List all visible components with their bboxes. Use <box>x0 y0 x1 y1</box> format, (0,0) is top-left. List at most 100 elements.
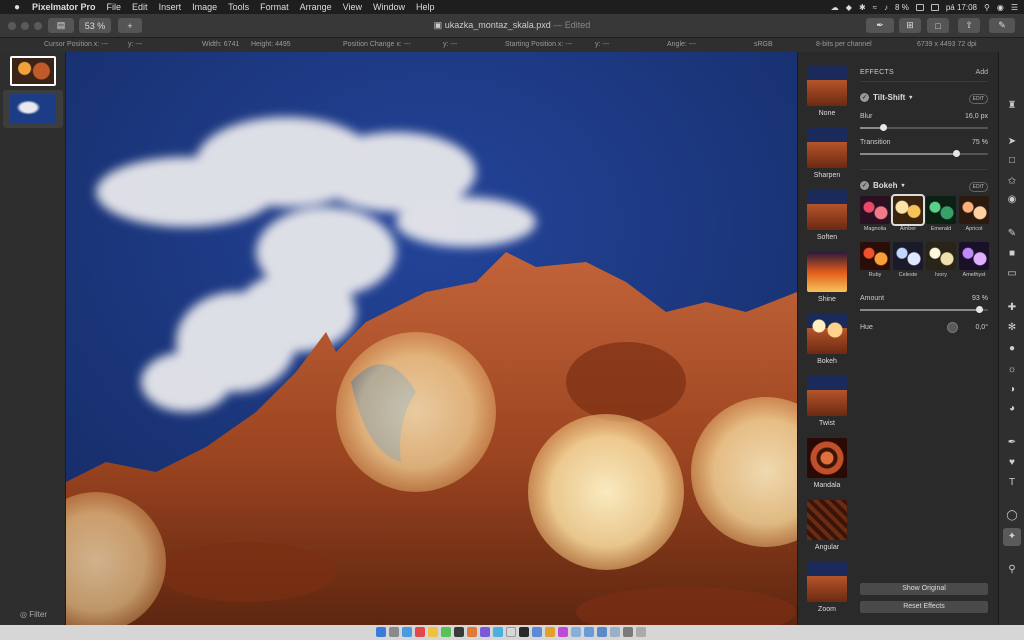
preset-soften[interactable]: Soften <box>798 184 856 246</box>
pen-tool-icon[interactable]: ✒ <box>1006 437 1018 449</box>
format-button[interactable]: □ <box>927 18 949 33</box>
checkmark-icon[interactable]: ✓ <box>860 181 869 190</box>
clock[interactable]: pá 17:08 <box>946 3 977 12</box>
pages-icon[interactable] <box>545 627 555 637</box>
launchpad-icon[interactable] <box>389 627 399 637</box>
reset-effects-button[interactable]: Reset Effects <box>860 601 988 613</box>
tools-toggle-button[interactable]: ✎ <box>989 18 1015 33</box>
bokeh-style-apricot[interactable]: Apricot <box>959 196 989 232</box>
preset-bokeh[interactable]: Bokeh <box>798 308 856 370</box>
menu-window[interactable]: Window <box>373 2 405 12</box>
layer-sky[interactable] <box>10 94 56 124</box>
clone-tool-icon[interactable]: ✻ <box>1006 322 1018 334</box>
sponge-tool-icon[interactable]: ◕ <box>1006 403 1018 415</box>
preset-twist[interactable]: Twist <box>798 370 856 432</box>
preferences-icon[interactable] <box>506 627 516 637</box>
slider-knob[interactable] <box>880 124 888 131</box>
slider-knob[interactable] <box>953 150 960 157</box>
messages-icon[interactable] <box>441 627 451 637</box>
podcasts-icon[interactable] <box>558 627 568 637</box>
wifi-icon[interactable]: ≈ <box>873 3 877 12</box>
bokeh-style-ruby[interactable]: Ruby <box>860 242 890 278</box>
documents-folder-icon[interactable] <box>584 627 594 637</box>
search-icon[interactable]: ⚲ <box>984 3 990 12</box>
menu-view[interactable]: View <box>343 2 362 12</box>
bokeh-header[interactable]: ✓ Bokeh ▾ <box>860 181 904 190</box>
mail-icon[interactable] <box>532 627 542 637</box>
amount-value[interactable]: 93 % <box>972 295 988 302</box>
effects-tool-icon[interactable]: ✦ <box>1003 528 1021 546</box>
menu-arrange[interactable]: Arrange <box>300 2 332 12</box>
add-effect-button[interactable]: Add <box>976 69 988 76</box>
trash-bin-icon[interactable] <box>636 627 646 637</box>
menu-tools[interactable]: Tools <box>228 2 249 12</box>
share-button[interactable]: ⇧ <box>958 18 980 33</box>
bokeh-style-amber[interactable]: Amber <box>891 194 925 232</box>
stack-icon[interactable] <box>623 627 633 637</box>
filter-button[interactable]: ◎ Filter <box>20 610 47 619</box>
calendar-icon[interactable] <box>415 627 425 637</box>
cloud-icon[interactable]: ☁ <box>831 3 839 12</box>
photos-icon[interactable] <box>467 627 477 637</box>
repair-tool-icon[interactable]: ✚ <box>1006 302 1018 314</box>
volume-icon[interactable]: ♪ <box>884 3 888 12</box>
preset-angular[interactable]: Angular <box>798 494 856 556</box>
notification-icon[interactable]: ☰ <box>1011 3 1018 12</box>
terminal-icon[interactable] <box>454 627 464 637</box>
amount-slider[interactable] <box>860 306 988 313</box>
blur-slider[interactable] <box>860 124 988 131</box>
transition-slider[interactable] <box>860 150 988 157</box>
itunes-icon[interactable] <box>480 627 490 637</box>
bokeh-style-ivory[interactable]: Ivory <box>926 242 956 278</box>
menu-app-name[interactable]: Pixelmator Pro <box>32 2 96 12</box>
bokeh-style-amethyst[interactable]: Amethyst <box>959 242 989 278</box>
quick-selection-icon[interactable]: ✩ <box>1006 176 1018 188</box>
flag-icon[interactable] <box>930 3 939 11</box>
slider-knob[interactable] <box>976 306 984 313</box>
siri-icon[interactable]: ◉ <box>997 3 1004 12</box>
menu-format[interactable]: Format <box>260 2 289 12</box>
darken-tool-icon[interactable]: ◑ <box>1006 384 1018 396</box>
hue-value[interactable]: 0,0° <box>975 324 988 331</box>
preset-zoom[interactable]: Zoom <box>798 556 856 618</box>
finder-icon[interactable] <box>376 627 386 637</box>
tilt-shift-edit-button[interactable]: EDIT <box>968 94 988 104</box>
bokeh-edit-button[interactable]: EDIT <box>968 182 988 192</box>
battery-icon[interactable] <box>915 3 924 11</box>
erase-tool-icon[interactable]: ▭ <box>1006 268 1018 280</box>
preset-mandala[interactable]: Mandala <box>798 432 856 494</box>
selection-tool-icon[interactable]: □ <box>1006 155 1018 167</box>
apple-menu-icon[interactable]: ● <box>10 2 24 13</box>
menu-image[interactable]: Image <box>192 2 217 12</box>
notes-icon[interactable] <box>428 627 438 637</box>
app-store-icon[interactable] <box>493 627 503 637</box>
layer-bokeh-rock[interactable] <box>10 56 56 86</box>
blur-value[interactable]: 16,0 px <box>965 113 988 120</box>
arrange-tool-icon[interactable]: ➤ <box>1006 136 1018 148</box>
menu-edit[interactable]: Edit <box>132 2 148 12</box>
preset-sharpen[interactable]: Sharpen <box>798 122 856 184</box>
paint-tool-icon[interactable]: ✎ <box>1006 228 1018 240</box>
magnetic-selection-icon[interactable]: ◉ <box>1006 194 1018 206</box>
lighten-tool-icon[interactable]: ☼ <box>1006 364 1018 376</box>
show-original-button[interactable]: Show Original <box>860 583 988 595</box>
preset-shine[interactable]: Shine <box>798 246 856 308</box>
shape-tool-icon[interactable]: ♥ <box>1006 457 1018 469</box>
trash-icon[interactable] <box>610 627 620 637</box>
color-adjustments-icon[interactable]: ◯ <box>1006 510 1018 522</box>
image-canvas[interactable] <box>66 52 797 625</box>
bokeh-style-emerald[interactable]: Emerald <box>926 196 956 232</box>
style-tool-icon[interactable]: ♜ <box>1006 100 1018 112</box>
bokeh-style-magnolia[interactable]: Magnolia <box>860 196 890 232</box>
applications-folder-icon[interactable] <box>597 627 607 637</box>
type-tool-icon[interactable]: T <box>1006 477 1018 489</box>
downloads-folder-icon[interactable] <box>571 627 581 637</box>
fill-tool-icon[interactable]: ■ <box>1006 248 1018 260</box>
safari-icon[interactable] <box>402 627 412 637</box>
transition-value[interactable]: 75 % <box>972 139 988 146</box>
menu-insert[interactable]: Insert <box>159 2 182 12</box>
color-adjust-icon[interactable]: ● <box>1006 343 1018 355</box>
hue-dial[interactable] <box>947 322 958 333</box>
checkmark-icon[interactable]: ✓ <box>860 93 869 102</box>
bokeh-style-celeste[interactable]: Celeste <box>893 242 923 278</box>
